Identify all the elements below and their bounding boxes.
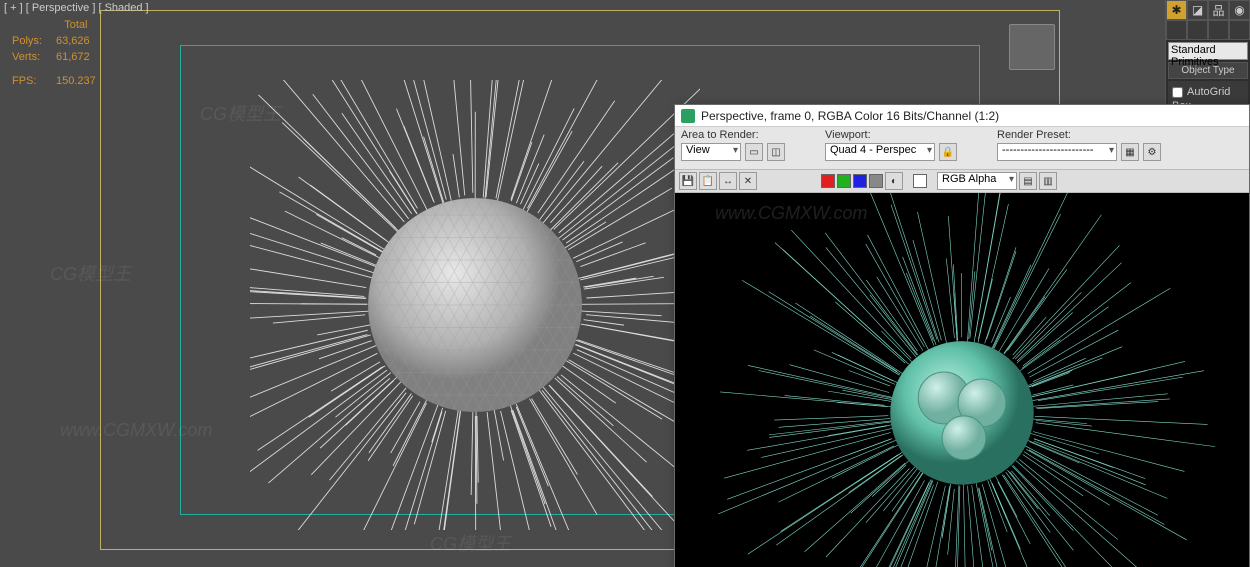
channel-red[interactable] [821, 174, 835, 188]
cameras-tab[interactable] [1229, 20, 1250, 40]
watermark: CG模型王 [430, 530, 511, 556]
watermark: www.CGMXW.com [60, 420, 212, 441]
viewport-label-top: Viewport: [825, 129, 957, 141]
viewport-label[interactable]: [ + ] [ Perspective ] [ Shaded ] [4, 2, 149, 14]
watermark: CG模型王 [50, 260, 131, 286]
verts-label: Verts: [6, 50, 48, 64]
render-preset-label: Render Preset: [997, 129, 1161, 141]
hierarchy-tab[interactable]: 品 [1208, 0, 1229, 20]
bg-color-swatch[interactable] [913, 174, 927, 188]
polys-label: Polys: [6, 34, 48, 48]
create-tab[interactable]: ✱ [1166, 0, 1187, 20]
render-setup-button[interactable]: ⚙ [1143, 143, 1161, 161]
motion-tab[interactable]: ◉ [1229, 0, 1250, 20]
copy-image-button[interactable]: 📋 [699, 172, 717, 190]
clone-button[interactable]: ↔ [719, 172, 737, 190]
channel-dropdown[interactable]: RGB Alpha [937, 172, 1017, 190]
modify-tab[interactable]: ◪ [1187, 0, 1208, 20]
area-to-render-label: Area to Render: [681, 129, 785, 141]
viewcube[interactable] [1009, 24, 1055, 70]
polys-value: 63,626 [50, 34, 102, 48]
viewport-dropdown[interactable]: Quad 4 - Perspec [825, 143, 935, 161]
render-preset-dropdown[interactable]: ------------------------- [997, 143, 1117, 161]
render-window-title: Perspective, frame 0, RGBA Color 16 Bits… [701, 109, 999, 123]
app-icon [681, 109, 695, 123]
lights-tab[interactable] [1208, 20, 1229, 40]
overlay-toggle-b[interactable]: ▥ [1039, 172, 1057, 190]
save-image-button[interactable]: 💾 [679, 172, 697, 190]
stats-header: Total [50, 18, 102, 32]
verts-value: 61,672 [50, 50, 102, 64]
render-frame-window[interactable]: Perspective, frame 0, RGBA Color 16 Bits… [674, 104, 1250, 567]
autogrid-checkbox[interactable]: AutoGrid [1172, 85, 1244, 99]
viewport-stats: Total Polys:63,626 Verts:61,672 FPS:150.… [4, 16, 104, 90]
virus-model-viewport[interactable] [250, 80, 700, 530]
shapes-tab[interactable] [1187, 20, 1208, 40]
lock-viewport-button[interactable]: 🔒 [939, 143, 957, 161]
autoregion-button[interactable]: ◫ [767, 143, 785, 161]
rendered-virus-image [675, 193, 1249, 567]
render-toolbar: 💾 📋 ↔ ✕ ◐ RGB Alpha ▤ ▥ [675, 169, 1249, 193]
fps-label: FPS: [6, 74, 48, 88]
area-to-render-dropdown[interactable]: View [681, 143, 741, 161]
channel-alpha[interactable] [869, 174, 883, 188]
render-button[interactable]: ▦ [1121, 143, 1139, 161]
channel-green[interactable] [837, 174, 851, 188]
channel-blue[interactable] [853, 174, 867, 188]
region-button[interactable]: ▭ [745, 143, 763, 161]
clear-button[interactable]: ✕ [739, 172, 757, 190]
render-output-canvas[interactable]: www.CGMXW.com [675, 193, 1249, 567]
render-window-titlebar[interactable]: Perspective, frame 0, RGBA Color 16 Bits… [675, 105, 1249, 127]
mono-toggle[interactable]: ◐ [885, 172, 903, 190]
primitive-dropdown[interactable]: Standard Primitives [1168, 42, 1248, 60]
overlay-toggle-a[interactable]: ▤ [1019, 172, 1037, 190]
geometry-tab[interactable] [1166, 20, 1187, 40]
render-top-controls: Area to Render: View ▭ ◫ Viewport: Quad … [675, 127, 1249, 169]
fps-value: 150.237 [50, 74, 102, 88]
